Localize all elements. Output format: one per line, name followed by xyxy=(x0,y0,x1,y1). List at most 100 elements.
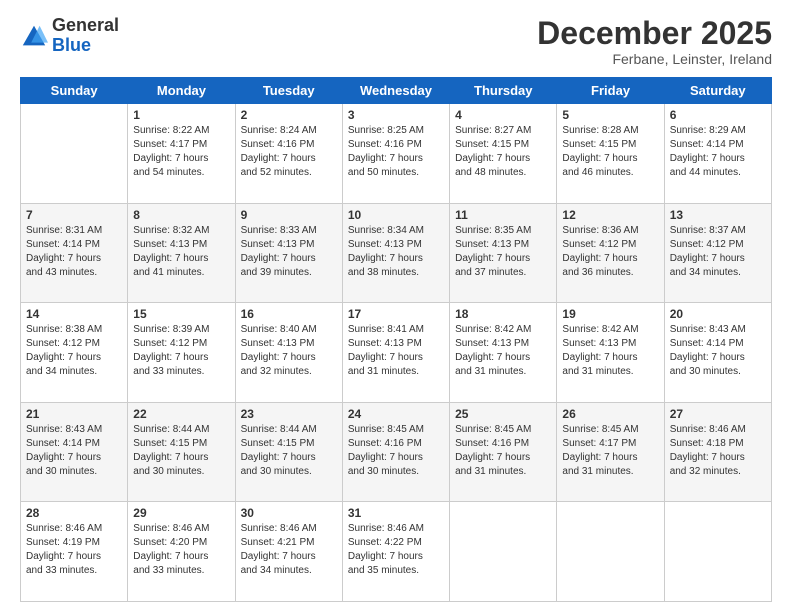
day-number: 20 xyxy=(670,307,766,321)
day-info: Sunrise: 8:40 AM Sunset: 4:13 PM Dayligh… xyxy=(241,323,337,379)
day-number: 2 xyxy=(241,108,337,122)
calendar-cell: 25 Sunrise: 8:45 AM Sunset: 4:16 PM Dayli… xyxy=(450,402,557,502)
calendar-header-row: SundayMondayTuesdayWednesdayThursdayFrid… xyxy=(21,78,772,104)
calendar-cell xyxy=(664,502,771,602)
day-info: Sunrise: 8:43 AM Sunset: 4:14 PM Dayligh… xyxy=(26,423,122,479)
calendar-cell: 21Sunrise: 8:43 AM Sunset: 4:14 PM Dayli… xyxy=(21,402,128,502)
day-number: 16 xyxy=(241,307,337,321)
day-info: Sunrise: 8:36 AM Sunset: 4:12 PM Dayligh… xyxy=(562,224,658,280)
calendar-week-row: 14 Sunrise: 8:38 AM Sunset: 4:12 PM Dayli… xyxy=(21,303,772,403)
day-info: Sunrise: 8:39 AM Sunset: 4:12 PM Dayligh… xyxy=(133,323,229,379)
day-info: Sunrise: 8:45 AM Sunset: 4:16 PM Dayligh… xyxy=(348,423,444,479)
page: General Blue December 2025 Ferbane, Lein… xyxy=(0,0,792,612)
calendar-cell: 20 Sunrise: 8:43 AM Sunset: 4:14 PM Dayli… xyxy=(664,303,771,403)
day-number: 27 xyxy=(670,407,766,421)
day-number: 25 xyxy=(455,407,551,421)
day-number: 10 xyxy=(348,208,444,222)
calendar-cell: 14 Sunrise: 8:38 AM Sunset: 4:12 PM Dayli… xyxy=(21,303,128,403)
calendar-week-row: 28 Sunrise: 8:46 AM Sunset: 4:19 PM Dayli… xyxy=(21,502,772,602)
calendar-cell: 2 Sunrise: 8:24 AM Sunset: 4:16 PM Daylig… xyxy=(235,104,342,204)
day-info: Sunrise: 8:46 AM Sunset: 4:18 PM Dayligh… xyxy=(670,423,766,479)
day-info: Sunrise: 8:25 AM Sunset: 4:16 PM Dayligh… xyxy=(348,124,444,180)
day-info: Sunrise: 8:46 AM Sunset: 4:20 PM Dayligh… xyxy=(133,522,229,578)
day-header-tuesday: Tuesday xyxy=(235,78,342,104)
day-number: 3 xyxy=(348,108,444,122)
day-number: 7 xyxy=(26,208,122,222)
day-info: Sunrise: 8:42 AM Sunset: 4:13 PM Dayligh… xyxy=(455,323,551,379)
day-number: 11 xyxy=(455,208,551,222)
day-info: Sunrise: 8:45 AM Sunset: 4:17 PM Dayligh… xyxy=(562,423,658,479)
calendar-cell: 18 Sunrise: 8:42 AM Sunset: 4:13 PM Dayli… xyxy=(450,303,557,403)
day-number: 15 xyxy=(133,307,229,321)
calendar-cell: 24 Sunrise: 8:45 AM Sunset: 4:16 PM Dayli… xyxy=(342,402,449,502)
calendar-week-row: 7 Sunrise: 8:31 AM Sunset: 4:14 PM Daylig… xyxy=(21,203,772,303)
month-title: December 2025 xyxy=(537,16,772,51)
calendar-cell: 8 Sunrise: 8:32 AM Sunset: 4:13 PM Daylig… xyxy=(128,203,235,303)
calendar-cell: 1 Sunrise: 8:22 AM Sunset: 4:17 PM Daylig… xyxy=(128,104,235,204)
calendar-cell: 12Sunrise: 8:36 AM Sunset: 4:12 PM Dayli… xyxy=(557,203,664,303)
day-info: Sunrise: 8:33 AM Sunset: 4:13 PM Dayligh… xyxy=(241,224,337,280)
calendar-cell: 9 Sunrise: 8:33 AM Sunset: 4:13 PM Daylig… xyxy=(235,203,342,303)
calendar-cell: 6Sunrise: 8:29 AM Sunset: 4:14 PM Daylig… xyxy=(664,104,771,204)
day-info: Sunrise: 8:28 AM Sunset: 4:15 PM Dayligh… xyxy=(562,124,658,180)
calendar-cell: 29 Sunrise: 8:46 AM Sunset: 4:20 PM Dayli… xyxy=(128,502,235,602)
day-header-saturday: Saturday xyxy=(664,78,771,104)
calendar-cell: 22Sunrise: 8:44 AM Sunset: 4:15 PM Dayli… xyxy=(128,402,235,502)
day-number: 31 xyxy=(348,506,444,520)
day-number: 18 xyxy=(455,307,551,321)
logo-text: General Blue xyxy=(52,16,119,56)
day-info: Sunrise: 8:32 AM Sunset: 4:13 PM Dayligh… xyxy=(133,224,229,280)
calendar-cell xyxy=(21,104,128,204)
day-number: 13 xyxy=(670,208,766,222)
day-info: Sunrise: 8:44 AM Sunset: 4:15 PM Dayligh… xyxy=(241,423,337,479)
day-number: 23 xyxy=(241,407,337,421)
calendar-cell: 10 Sunrise: 8:34 AM Sunset: 4:13 PM Dayli… xyxy=(342,203,449,303)
calendar-cell: 3 Sunrise: 8:25 AM Sunset: 4:16 PM Daylig… xyxy=(342,104,449,204)
header: General Blue December 2025 Ferbane, Lein… xyxy=(20,16,772,67)
day-info: Sunrise: 8:46 AM Sunset: 4:22 PM Dayligh… xyxy=(348,522,444,578)
day-info: Sunrise: 8:31 AM Sunset: 4:14 PM Dayligh… xyxy=(26,224,122,280)
day-header-thursday: Thursday xyxy=(450,78,557,104)
calendar-cell: 5Sunrise: 8:28 AM Sunset: 4:15 PM Daylig… xyxy=(557,104,664,204)
day-info: Sunrise: 8:37 AM Sunset: 4:12 PM Dayligh… xyxy=(670,224,766,280)
calendar-week-row: 21Sunrise: 8:43 AM Sunset: 4:14 PM Dayli… xyxy=(21,402,772,502)
calendar-table: SundayMondayTuesdayWednesdayThursdayFrid… xyxy=(20,77,772,602)
day-number: 24 xyxy=(348,407,444,421)
day-info: Sunrise: 8:45 AM Sunset: 4:16 PM Dayligh… xyxy=(455,423,551,479)
calendar-cell: 31 Sunrise: 8:46 AM Sunset: 4:22 PM Dayli… xyxy=(342,502,449,602)
day-info: Sunrise: 8:35 AM Sunset: 4:13 PM Dayligh… xyxy=(455,224,551,280)
logo-general: General xyxy=(52,16,119,36)
day-number: 1 xyxy=(133,108,229,122)
calendar-cell xyxy=(557,502,664,602)
day-number: 17 xyxy=(348,307,444,321)
logo: General Blue xyxy=(20,16,119,56)
location-subtitle: Ferbane, Leinster, Ireland xyxy=(537,51,772,67)
day-number: 28 xyxy=(26,506,122,520)
day-info: Sunrise: 8:38 AM Sunset: 4:12 PM Dayligh… xyxy=(26,323,122,379)
calendar-cell: 28 Sunrise: 8:46 AM Sunset: 4:19 PM Dayli… xyxy=(21,502,128,602)
calendar-cell: 4Sunrise: 8:27 AM Sunset: 4:15 PM Daylig… xyxy=(450,104,557,204)
logo-icon xyxy=(20,23,48,51)
day-info: Sunrise: 8:22 AM Sunset: 4:17 PM Dayligh… xyxy=(133,124,229,180)
calendar-cell: 19Sunrise: 8:42 AM Sunset: 4:13 PM Dayli… xyxy=(557,303,664,403)
day-info: Sunrise: 8:24 AM Sunset: 4:16 PM Dayligh… xyxy=(241,124,337,180)
day-number: 30 xyxy=(241,506,337,520)
calendar-cell: 7 Sunrise: 8:31 AM Sunset: 4:14 PM Daylig… xyxy=(21,203,128,303)
calendar-cell: 23 Sunrise: 8:44 AM Sunset: 4:15 PM Dayli… xyxy=(235,402,342,502)
day-header-sunday: Sunday xyxy=(21,78,128,104)
calendar-cell: 15 Sunrise: 8:39 AM Sunset: 4:12 PM Dayli… xyxy=(128,303,235,403)
day-number: 9 xyxy=(241,208,337,222)
day-info: Sunrise: 8:34 AM Sunset: 4:13 PM Dayligh… xyxy=(348,224,444,280)
calendar-cell: 13 Sunrise: 8:37 AM Sunset: 4:12 PM Dayli… xyxy=(664,203,771,303)
day-number: 8 xyxy=(133,208,229,222)
day-number: 22 xyxy=(133,407,229,421)
day-number: 26 xyxy=(562,407,658,421)
day-info: Sunrise: 8:46 AM Sunset: 4:19 PM Dayligh… xyxy=(26,522,122,578)
day-number: 14 xyxy=(26,307,122,321)
calendar-cell: 11 Sunrise: 8:35 AM Sunset: 4:13 PM Dayli… xyxy=(450,203,557,303)
day-number: 29 xyxy=(133,506,229,520)
calendar-week-row: 1 Sunrise: 8:22 AM Sunset: 4:17 PM Daylig… xyxy=(21,104,772,204)
calendar-cell: 16 Sunrise: 8:40 AM Sunset: 4:13 PM Dayli… xyxy=(235,303,342,403)
day-info: Sunrise: 8:43 AM Sunset: 4:14 PM Dayligh… xyxy=(670,323,766,379)
day-info: Sunrise: 8:29 AM Sunset: 4:14 PM Dayligh… xyxy=(670,124,766,180)
